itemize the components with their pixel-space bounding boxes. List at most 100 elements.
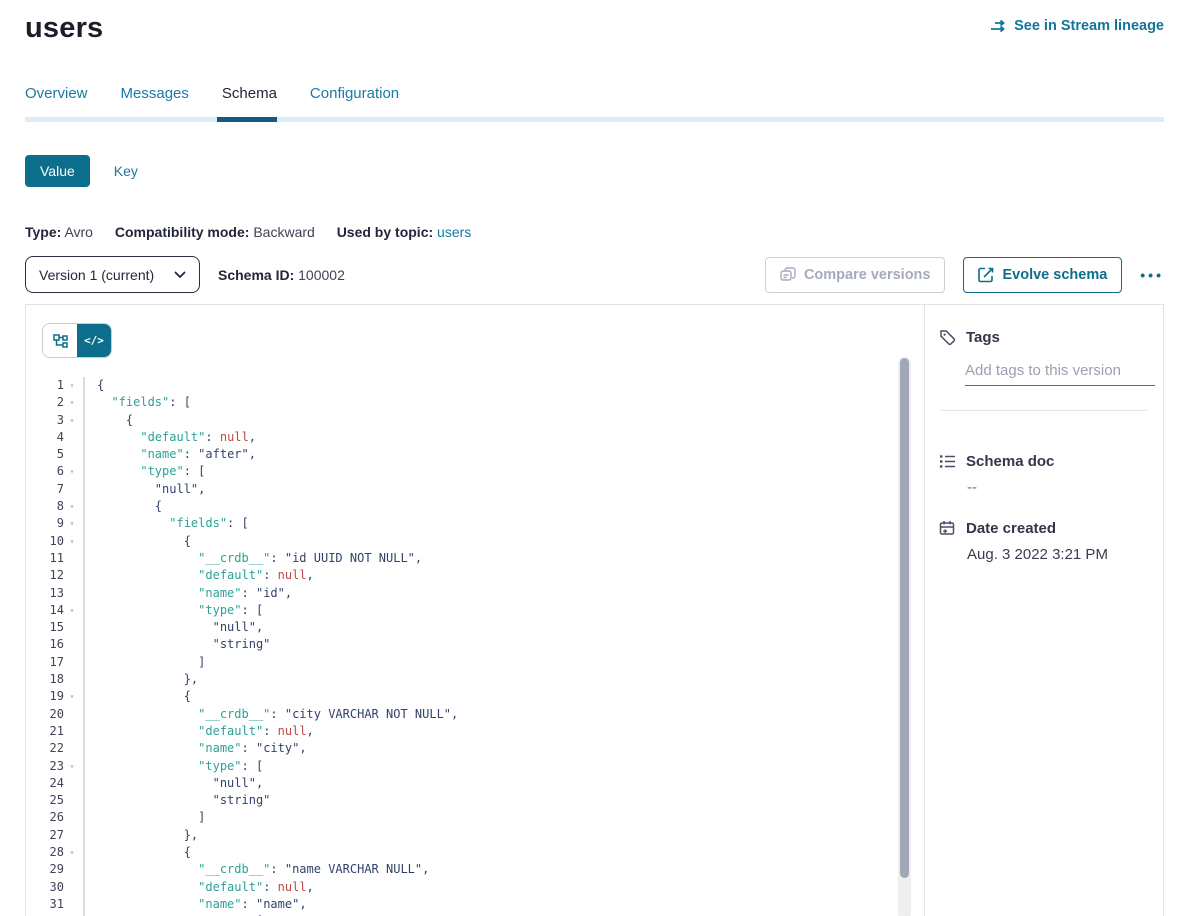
line-number: 27: [26, 827, 64, 844]
fold-spacer: [64, 809, 80, 826]
fold-toggle-icon[interactable]: ▾: [64, 394, 80, 411]
schema-id-label: Schema ID:: [218, 267, 294, 283]
fold-toggle-icon[interactable]: ▾: [64, 533, 80, 550]
code-line: 22 "name": "city",: [26, 740, 924, 757]
code-line: 9▾ "fields": [: [26, 515, 924, 532]
calendar-plus-icon: [939, 520, 956, 537]
line-number: 4: [26, 429, 64, 446]
tab-configuration[interactable]: Configuration: [310, 85, 399, 117]
fold-spacer: [64, 654, 80, 671]
schema-code-editor[interactable]: 1▾{2▾ "fields": [3▾ {4 "default": null,5…: [26, 377, 924, 916]
code-text: "null",: [85, 481, 205, 498]
fold-spacer: [64, 861, 80, 878]
tab-overview[interactable]: Overview: [25, 85, 88, 117]
code-text: "default": null,: [85, 567, 314, 584]
schema-id-value: 100002: [298, 267, 345, 283]
fold-spacer: [64, 896, 80, 913]
see-in-stream-lineage-link[interactable]: See in Stream lineage: [990, 18, 1164, 34]
add-tags-input[interactable]: [965, 360, 1155, 386]
fold-toggle-icon[interactable]: ▾: [64, 844, 80, 861]
stream-lineage-icon: [990, 19, 1007, 33]
line-number: 2: [26, 394, 64, 411]
fold-spacer: [64, 429, 80, 446]
code-text: "__crdb__": "id UUID NOT NULL",: [85, 550, 422, 567]
evolve-schema-icon: [978, 267, 994, 283]
fold-toggle-icon[interactable]: ▾: [64, 758, 80, 775]
page-title: users: [25, 12, 103, 45]
code-text: {: [85, 498, 162, 515]
version-select-value: Version 1 (current): [39, 267, 154, 283]
tab-schema[interactable]: Schema: [222, 85, 277, 117]
code-line: 24 "null",: [26, 775, 924, 792]
code-line: 19▾ {: [26, 688, 924, 705]
topic-link[interactable]: users: [437, 224, 471, 240]
schema-card: </> 1▾{2▾ "fields": [3▾ {4 "default": nu…: [25, 304, 1164, 916]
code-text: "name": "after",: [85, 446, 256, 463]
tab-messages[interactable]: Messages: [121, 85, 189, 117]
editor-scrollbar-track[interactable]: [898, 357, 911, 916]
fold-toggle-icon[interactable]: ▾: [64, 377, 80, 394]
type-value: Avro: [64, 224, 93, 240]
fold-spacer: [64, 619, 80, 636]
line-number: 16: [26, 636, 64, 653]
line-number: 14: [26, 602, 64, 619]
fold-spacer: [64, 740, 80, 757]
line-number: 20: [26, 706, 64, 723]
code-text: ]: [85, 809, 205, 826]
line-number: 7: [26, 481, 64, 498]
fold-toggle-icon[interactable]: ▾: [64, 412, 80, 429]
code-text: "name": "id",: [85, 585, 292, 602]
editor-scrollbar-thumb[interactable]: [900, 358, 909, 878]
fold-toggle-icon[interactable]: ▾: [64, 515, 80, 532]
schema-sidebar: Tags Schema doc --: [924, 305, 1163, 916]
fold-toggle-icon[interactable]: ▾: [64, 498, 80, 515]
version-select[interactable]: Version 1 (current): [25, 256, 200, 293]
compare-versions-button[interactable]: Compare versions: [765, 257, 946, 293]
fold-toggle-icon[interactable]: ▾: [64, 602, 80, 619]
schema-doc-value: --: [967, 479, 1147, 496]
line-number: 1: [26, 377, 64, 394]
chevron-down-icon: [174, 271, 186, 279]
code-text: "type": [: [85, 463, 205, 480]
fold-toggle-icon[interactable]: ▾: [64, 463, 80, 480]
code-line: 18 },: [26, 671, 924, 688]
key-toggle-button[interactable]: Key: [114, 163, 138, 179]
list-icon: [939, 454, 956, 469]
code-line: 21 "default": null,: [26, 723, 924, 740]
line-number: 23: [26, 758, 64, 775]
code-text: "default": null,: [85, 879, 314, 896]
fold-spacer: [64, 775, 80, 792]
code-text: {: [85, 377, 104, 394]
line-number: 22: [26, 740, 64, 757]
fold-spacer: [64, 879, 80, 896]
code-line: 26 ]: [26, 809, 924, 826]
line-number: 29: [26, 861, 64, 878]
tags-section-header: Tags: [939, 329, 1147, 346]
code-view-button[interactable]: </>: [77, 324, 111, 357]
value-toggle-button[interactable]: Value: [25, 155, 90, 187]
fold-spacer: [64, 567, 80, 584]
line-number: 21: [26, 723, 64, 740]
line-number: 12: [26, 567, 64, 584]
code-line: 2▾ "fields": [: [26, 394, 924, 411]
code-text: "null",: [85, 775, 263, 792]
code-line: 11 "__crdb__": "id UUID NOT NULL",: [26, 550, 924, 567]
fold-toggle-icon[interactable]: ▾: [64, 688, 80, 705]
compatibility-label: Compatibility mode:: [115, 224, 250, 240]
date-created-title: Date created: [966, 520, 1056, 537]
code-line: 7 "null",: [26, 481, 924, 498]
evolve-schema-button[interactable]: Evolve schema: [963, 257, 1122, 293]
line-number: 8: [26, 498, 64, 515]
tag-icon: [939, 329, 956, 346]
tree-view-button[interactable]: [43, 324, 77, 357]
code-text: ]: [85, 654, 205, 671]
more-options-button[interactable]: •••: [1140, 267, 1164, 283]
code-text: "__crdb__": "name VARCHAR NULL",: [85, 861, 429, 878]
code-line: 3▾ {: [26, 412, 924, 429]
fold-spacer: [64, 706, 80, 723]
code-lines: 1▾{2▾ "fields": [3▾ {4 "default": null,5…: [26, 377, 924, 916]
date-created-value: Aug. 3 2022 3:21 PM: [967, 546, 1147, 563]
schema-page: users See in Stream lineage Overview Mes…: [0, 12, 1189, 916]
line-number: 11: [26, 550, 64, 567]
schema-meta-row: Type: Avro Compatibility mode: Backward …: [25, 224, 1164, 240]
